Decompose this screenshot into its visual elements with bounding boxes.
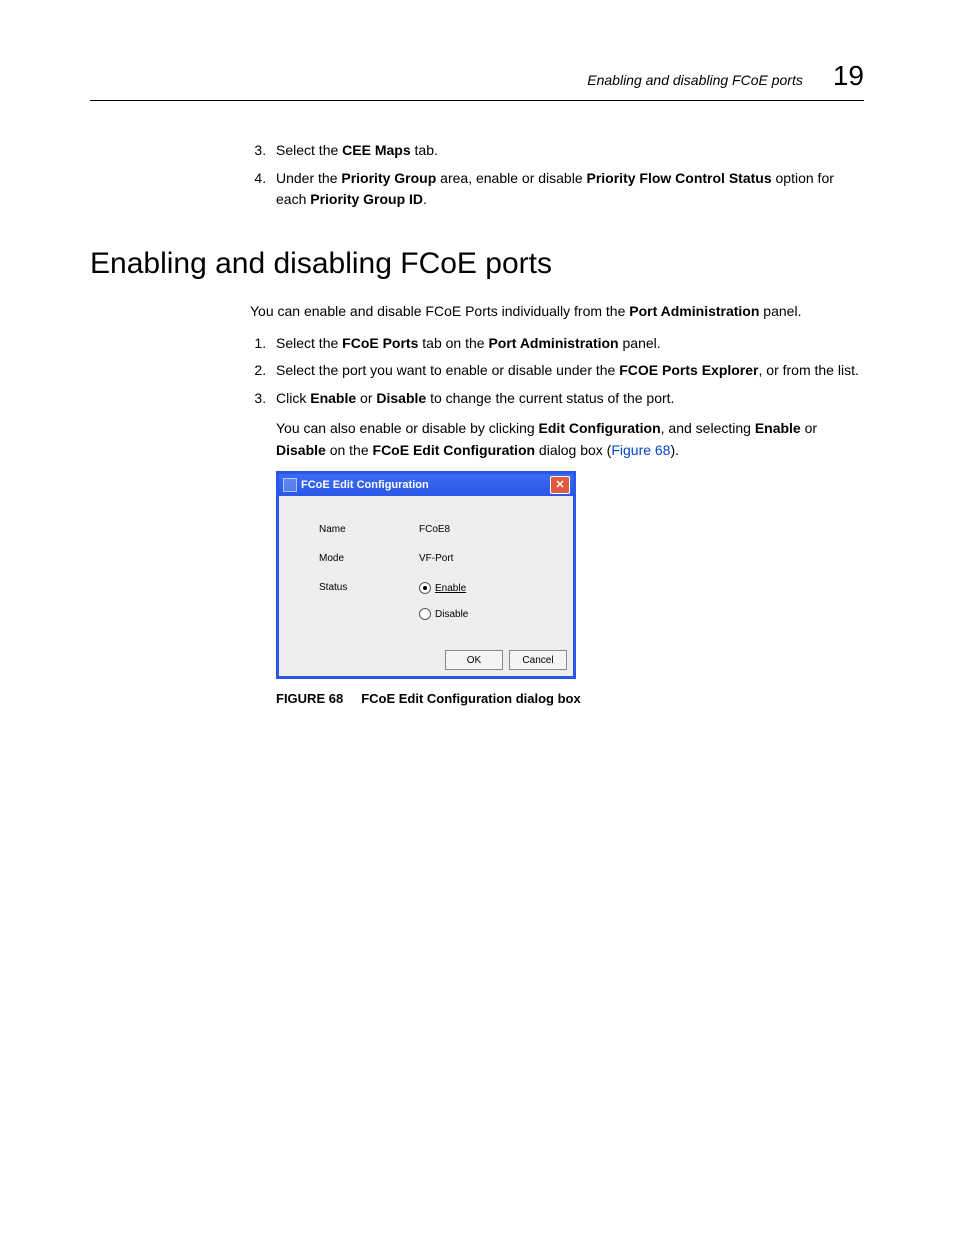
status-label: Status: [319, 582, 419, 634]
text: or: [356, 390, 376, 406]
text: tab.: [411, 142, 438, 158]
list-item: Select the port you want to enable or di…: [270, 360, 864, 382]
text: , and selecting: [661, 420, 755, 436]
bold-text: CEE Maps: [342, 142, 410, 158]
list-item: Click Enable or Disable to change the cu…: [270, 388, 864, 410]
sub-paragraph: You can also enable or disable by clicki…: [276, 418, 864, 461]
text: panel.: [619, 335, 661, 351]
text: panel.: [759, 303, 801, 319]
text: area, enable or disable: [436, 170, 586, 186]
list-item: Select the CEE Maps tab.: [270, 140, 864, 162]
running-title: Enabling and disabling FCoE ports: [587, 72, 803, 88]
page: Enabling and disabling FCoE ports 19 Sel…: [0, 0, 954, 1235]
text: Under the: [276, 170, 341, 186]
row-status: Status Enable Disable: [319, 582, 557, 634]
text: ).: [670, 442, 679, 458]
bold-text: Port Administration: [629, 303, 759, 319]
figure-title: FCoE Edit Configuration dialog box: [361, 691, 581, 706]
row-mode: Mode VF-Port: [319, 553, 557, 564]
list-item: Select the FCoE Ports tab on the Port Ad…: [270, 333, 864, 355]
status-value-group: Enable Disable: [419, 582, 557, 634]
ok-button[interactable]: OK: [445, 650, 503, 670]
radio-icon: [419, 582, 431, 594]
radio-disable[interactable]: Disable: [419, 608, 557, 620]
figure-caption: FIGURE 68 FCoE Edit Configuration dialog …: [276, 691, 864, 706]
name-label: Name: [319, 524, 419, 535]
text: to change the current status of the port…: [426, 390, 674, 406]
bold-text: Disable: [276, 442, 326, 458]
text: , or from the list.: [759, 362, 859, 378]
section-heading: Enabling and disabling FCoE ports: [90, 247, 864, 281]
mode-value: VF-Port: [419, 553, 557, 564]
text: .: [423, 191, 427, 207]
bold-text: Edit Configuration: [539, 420, 661, 436]
text: Select the port you want to enable or di…: [276, 362, 619, 378]
app-icon: [283, 478, 297, 492]
radio-icon: [419, 608, 431, 620]
text: or: [801, 420, 817, 436]
radio-disable-label: Disable: [435, 609, 468, 620]
dialog-button-row: OK Cancel: [279, 644, 573, 676]
close-button[interactable]: ✕: [550, 476, 570, 494]
text: You can enable and disable FCoE Ports in…: [250, 303, 629, 319]
name-value: FCoE8: [419, 524, 557, 535]
bold-text: FCOE Ports Explorer: [619, 362, 758, 378]
text: Select the: [276, 335, 342, 351]
text: Select the: [276, 142, 342, 158]
header-rule: [90, 100, 864, 101]
running-header: Enabling and disabling FCoE ports 19: [587, 60, 864, 92]
bold-text: Port Administration: [488, 335, 618, 351]
bold-text: Enable: [755, 420, 801, 436]
row-name: Name FCoE8: [319, 524, 557, 535]
mode-label: Mode: [319, 553, 419, 564]
dialog-titlebar: FCoE Edit Configuration ✕: [279, 474, 573, 496]
text: tab on the: [418, 335, 488, 351]
page-number: 19: [833, 60, 864, 92]
figure-number: FIGURE 68: [276, 691, 343, 706]
bold-text: FCoE Ports: [342, 335, 418, 351]
list-item: Under the Priority Group area, enable or…: [270, 168, 864, 211]
radio-enable-label: Enable: [435, 583, 466, 594]
bold-text: Enable: [310, 390, 356, 406]
radio-enable[interactable]: Enable: [419, 582, 557, 594]
bold-text: Priority Group ID: [310, 191, 423, 207]
close-icon: ✕: [555, 480, 564, 491]
text: dialog box (: [535, 442, 611, 458]
bold-text: Priority Flow Control Status: [587, 170, 772, 186]
text: on the: [326, 442, 373, 458]
bold-text: FCoE Edit Configuration: [373, 442, 536, 458]
cancel-button[interactable]: Cancel: [509, 650, 567, 670]
bold-text: Disable: [376, 390, 426, 406]
procedure-list-a: Select the CEE Maps tab. Under the Prior…: [250, 140, 864, 211]
intro-paragraph: You can enable and disable FCoE Ports in…: [250, 301, 864, 323]
dialog-title: FCoE Edit Configuration: [301, 479, 429, 491]
text: Click: [276, 390, 310, 406]
text: You can also enable or disable by clicki…: [276, 420, 539, 436]
fcoe-edit-configuration-dialog: FCoE Edit Configuration ✕ Name FCoE8 Mod…: [276, 471, 576, 679]
procedure-list-b: Select the FCoE Ports tab on the Port Ad…: [250, 333, 864, 410]
bold-text: Priority Group: [341, 170, 436, 186]
figure-link[interactable]: Figure 68: [611, 442, 670, 458]
title-left: FCoE Edit Configuration: [283, 478, 429, 492]
dialog-body: Name FCoE8 Mode VF-Port Status Enable: [279, 496, 573, 644]
content-area: Select the CEE Maps tab. Under the Prior…: [90, 140, 864, 706]
